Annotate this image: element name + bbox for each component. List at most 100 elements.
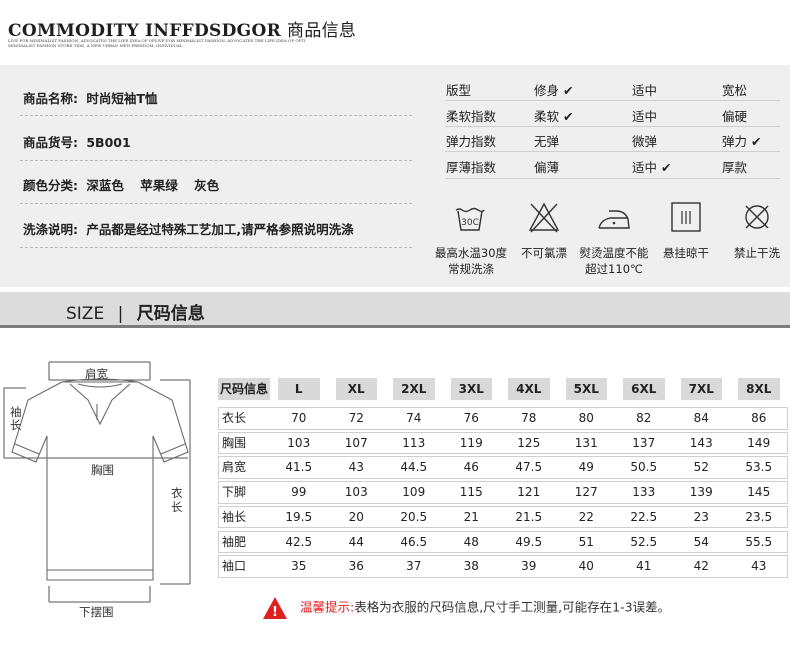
product-name-row: 商品名称: 时尚短袖T恤	[23, 88, 157, 107]
product-sku-label: 商品货号:	[23, 135, 78, 150]
table-cell: 38	[463, 559, 479, 574]
warning-icon: !	[263, 597, 287, 620]
table-row-label: 袖长	[222, 509, 247, 524]
care-label-hang: 悬挂晾干	[657, 245, 715, 261]
table-cell: 49	[578, 460, 594, 475]
size-section-sep: |	[117, 304, 124, 324]
attribute-option: 宽松	[722, 80, 747, 99]
color-option: 灰色	[194, 178, 220, 193]
table-cell: 70	[291, 411, 307, 425]
table-cell: 22	[578, 509, 594, 524]
divider	[20, 115, 412, 116]
table-cell: 43	[348, 460, 364, 475]
table-cell: 139	[689, 485, 713, 500]
attribute-option-label: 适中	[632, 83, 658, 98]
attribute-option: 微弹	[632, 131, 657, 150]
table-cell: 48	[463, 534, 479, 549]
notice: ! 温馨提示:表格为衣服的尺码信息,尺寸手工测量,可能存在1-3误差。	[262, 596, 670, 620]
table-row-label: 袖肥	[222, 534, 247, 549]
header-subtitle: LIVE FOR MINIMALIST FASHION, ADVOCATES T…	[8, 38, 368, 48]
table-cell: 55.5	[745, 534, 773, 549]
size-table-header-size: XL	[335, 378, 377, 400]
notice-text: 表格为衣服的尺码信息,尺寸手工测量,可能存在1-3误差。	[354, 599, 671, 615]
table-cell: 42	[693, 559, 709, 574]
table-cell: 20.5	[400, 509, 428, 524]
size-table-header-size: 8XL	[738, 378, 780, 400]
size-table-header-size: 3XL	[450, 378, 492, 400]
table-cell: 46	[463, 460, 479, 475]
size-table-header-size: 7XL	[680, 378, 722, 400]
table-cell: 80	[578, 411, 594, 425]
attribute-option: 无弹	[534, 131, 559, 150]
wash-temp-text: 30C	[461, 218, 479, 228]
table-cell: 103	[344, 485, 368, 500]
diagram-label-shoulder: 肩宽	[85, 367, 108, 381]
table-cell: 115	[459, 485, 483, 500]
size-section-cn: 尺码信息	[136, 304, 205, 324]
attribute-divider	[445, 126, 780, 127]
table-cell: 82	[636, 411, 652, 425]
table-cell: 145	[747, 485, 771, 500]
table-cell: 44	[348, 534, 364, 549]
size-table-header-label: 尺码信息	[218, 378, 270, 400]
size-table-header-size: L	[278, 378, 320, 400]
care-label-line: 不可氯漂	[521, 246, 567, 260]
size-section-en: SIZE	[66, 304, 105, 324]
attribute-name: 厚薄指数	[446, 160, 497, 175]
table-cell: 131	[574, 435, 598, 450]
attribute-divider	[445, 100, 780, 101]
divider	[20, 203, 412, 204]
attribute-option-label: 无弹	[534, 134, 560, 149]
table-cell: 35	[291, 559, 307, 574]
attribute-option: 适中	[632, 106, 657, 125]
table-cell: 49.5	[515, 534, 543, 549]
table-cell: 53.5	[745, 460, 773, 475]
no-dry-clean-icon	[745, 205, 769, 229]
attribute-option-label: 微弹	[632, 134, 658, 149]
table-cell: 52.5	[630, 534, 658, 549]
attribute-option-label: 修身	[534, 83, 560, 98]
table-cell: 20	[348, 509, 364, 524]
product-wash-label: 洗涤说明:	[23, 222, 78, 237]
attribute-option: 厚款	[722, 157, 747, 176]
table-cell: 125	[517, 435, 541, 450]
diagram-label-sleeve: 袖长	[10, 405, 22, 432]
table-cell: 23	[693, 509, 709, 524]
table-cell: 39	[521, 559, 537, 574]
size-section-title: SIZE | 尺码信息	[66, 299, 205, 324]
attribute-divider	[445, 178, 780, 179]
attribute-option: 弹力 ✔	[722, 131, 762, 150]
table-cell: 47.5	[515, 460, 543, 475]
product-sku-row: 商品货号: 5B001	[23, 132, 131, 151]
attribute-option-label: 偏薄	[534, 160, 560, 175]
table-cell: 46.5	[400, 534, 428, 549]
table-row-label: 袖口	[222, 559, 247, 574]
diagram-label-hem: 下摆围	[79, 605, 114, 619]
table-cell: 50.5	[630, 460, 658, 475]
table-cell: 143	[689, 435, 713, 450]
product-wash-value: 产品都是经过特殊工艺加工,请严格参照说明洗涤	[86, 222, 354, 237]
care-label-line: 常规洗涤	[448, 262, 494, 276]
table-row-label: 下脚	[222, 485, 247, 500]
attribute-option: 偏硬	[722, 106, 747, 125]
table-cell: 76	[463, 411, 479, 425]
table-cell: 22.5	[630, 509, 658, 524]
table-cell: 43	[751, 559, 767, 574]
table-cell: 113	[402, 435, 426, 450]
check-icon: ✔	[661, 160, 672, 175]
attribute-divider	[445, 151, 780, 152]
warning-mark: !	[272, 605, 278, 620]
table-cell: 40	[578, 559, 594, 574]
table-cell: 41.5	[285, 460, 313, 475]
table-cell: 19.5	[285, 509, 313, 524]
table-cell: 121	[517, 485, 541, 500]
table-cell: 127	[574, 485, 598, 500]
color-option: 深蓝色	[86, 178, 124, 193]
attribute-option-label: 厚款	[722, 160, 748, 175]
table-cell: 52	[693, 460, 709, 475]
attribute-option-label: 弹力	[722, 134, 748, 149]
table-cell: 36	[348, 559, 364, 574]
table-cell: 107	[344, 435, 368, 450]
table-cell: 51	[578, 534, 594, 549]
table-cell: 37	[406, 559, 422, 574]
